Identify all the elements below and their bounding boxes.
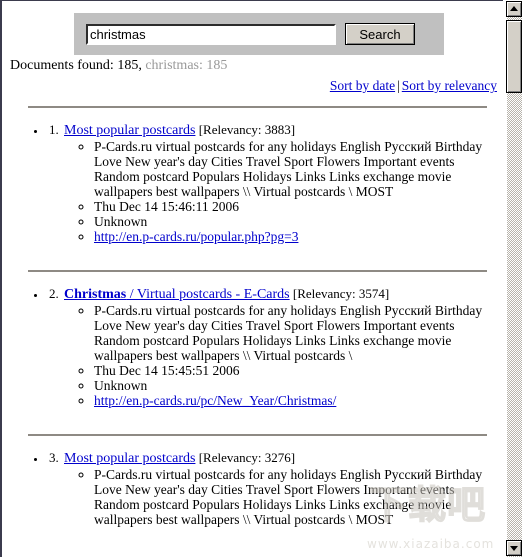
result-date-1: Thu Dec 14 15:46:11 2006: [94, 199, 503, 214]
scroll-up-button[interactable]: [506, 1, 522, 17]
result-meta-list-2: P-Cards.ru virtual postcards for any hol…: [64, 303, 503, 408]
sort-separator: |: [397, 78, 400, 93]
result-number-list: Christmas / Virtual postcards - E-Cards …: [46, 286, 503, 408]
scroll-down-arrow-icon: [510, 546, 518, 551]
result-relevancy-1: [Relevancy: 3883]: [198, 122, 296, 137]
documents-found-status: Documents found: 185, christmas: 185: [10, 58, 503, 74]
result-number-list: Most popular postcards [Relevancy: 3276]…: [46, 450, 503, 527]
list-item: Most popular postcards [Relevancy: 3883]…: [46, 122, 503, 244]
result-title-text-1: Most popular postcards: [64, 123, 196, 138]
sort-links: Sort by date | Sort by relevancy: [2, 78, 497, 94]
result-url-link-2[interactable]: http://en.p-cards.ru/pc/New_Year/Christm…: [94, 393, 336, 408]
scrollbar-thumb[interactable]: [506, 20, 522, 93]
result-divider: [28, 106, 487, 108]
list-item: Most popular postcards [Relevancy: 3276]…: [46, 450, 503, 527]
result-date-2: Thu Dec 14 15:45:51 2006: [94, 363, 503, 378]
result-title-text-2: / Virtual postcards - E-Cards: [126, 287, 290, 302]
result-divider: [28, 434, 487, 436]
result-meta-list-3: P-Cards.ru virtual postcards for any hol…: [64, 467, 503, 527]
result-number-list: Most popular postcards [Relevancy: 3883]…: [46, 122, 503, 244]
result-url-link-1[interactable]: http://en.p-cards.ru/popular.php?pg=3: [94, 229, 298, 244]
result-url-item-2: http://en.p-cards.ru/pc/New_Year/Christm…: [94, 393, 503, 408]
result-list: Most popular postcards [Relevancy: 3276]…: [2, 450, 503, 527]
result-snippet-1: P-Cards.ru virtual postcards for any hol…: [94, 139, 503, 199]
result-entry-3: Most popular postcards [Relevancy: 3276]…: [62, 450, 503, 527]
term-hit-count: christmas: 185: [145, 58, 228, 73]
result-author-2: Unknown: [94, 378, 503, 393]
result-relevancy-2: [Relevancy: 3574]: [292, 286, 390, 301]
scroll-down-button[interactable]: [506, 540, 522, 556]
result-title-link-2[interactable]: Christmas / Virtual postcards - E-Cards: [64, 287, 290, 302]
search-results-window: Search Documents found: 185, christmas: …: [0, 0, 522, 557]
result-author-1: Unknown: [94, 214, 503, 229]
sort-by-relevancy-link[interactable]: Sort by relevancy: [402, 78, 497, 93]
result-title-text-3: Most popular postcards: [64, 451, 196, 466]
list-item: Christmas / Virtual postcards - E-Cards …: [46, 286, 503, 408]
result-divider: [28, 270, 487, 272]
result-snippet-2: P-Cards.ru virtual postcards for any hol…: [94, 303, 503, 363]
documents-found-label: Documents found: 185,: [10, 58, 142, 73]
result-entry-1: Most popular postcards [Relevancy: 3883]…: [62, 122, 503, 244]
result-title-link-3[interactable]: Most popular postcards: [64, 451, 195, 466]
document-viewport: Search Documents found: 185, christmas: …: [0, 0, 503, 557]
vertical-scrollbar[interactable]: [503, 0, 522, 557]
result-title-highlight-2: Christmas: [64, 287, 127, 302]
search-button[interactable]: Search: [345, 23, 415, 45]
result-snippet-3: P-Cards.ru virtual postcards for any hol…: [94, 467, 503, 527]
search-input[interactable]: [86, 23, 336, 45]
scroll-up-arrow-icon: [510, 6, 518, 11]
sort-by-date-link[interactable]: Sort by date: [330, 78, 395, 93]
search-panel: Search: [74, 13, 444, 55]
result-entry-2: Christmas / Virtual postcards - E-Cards …: [62, 286, 503, 408]
result-list: Christmas / Virtual postcards - E-Cards …: [2, 286, 503, 408]
result-url-item-1: http://en.p-cards.ru/popular.php?pg=3: [94, 229, 503, 244]
result-relevancy-3: [Relevancy: 3276]: [198, 450, 296, 465]
result-title-link-1[interactable]: Most popular postcards: [64, 123, 195, 138]
result-meta-list-1: P-Cards.ru virtual postcards for any hol…: [64, 139, 503, 244]
document-content: Search Documents found: 185, christmas: …: [2, 13, 503, 527]
result-list: Most popular postcards [Relevancy: 3883]…: [2, 122, 503, 244]
